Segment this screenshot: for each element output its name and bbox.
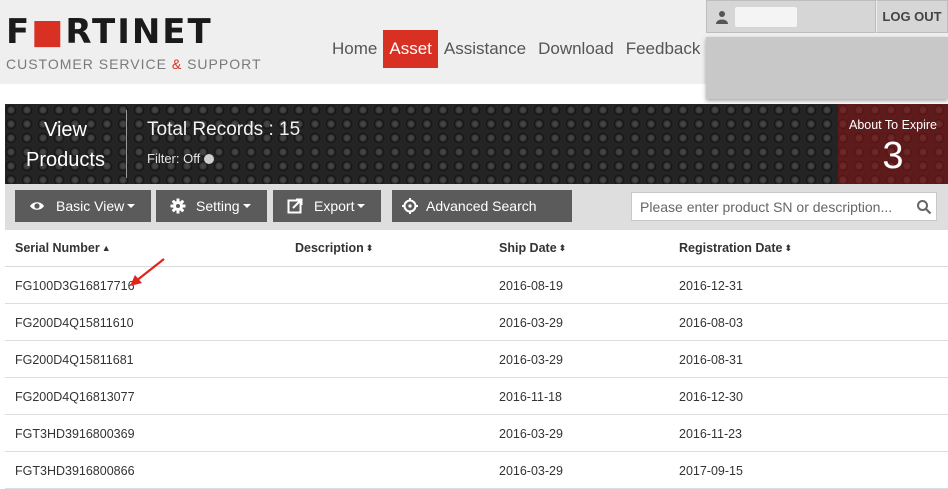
registration-date-cell: 2016-08-03 [679, 316, 743, 330]
setting-button[interactable]: Setting [156, 190, 267, 222]
export-button[interactable]: Export [273, 190, 381, 222]
advanced-search-button[interactable]: Advanced Search [392, 190, 572, 222]
filter-toggle-icon[interactable] [204, 154, 215, 164]
ship-date-cell: 2016-03-29 [499, 427, 563, 441]
sort-icon: ⬍ [784, 243, 793, 253]
logo-subtitle: CUSTOMER SERVICE & SUPPORT [6, 56, 262, 72]
annotation-arrow-icon [130, 258, 165, 286]
toolbar: Basic View Setting Export Advanced Searc… [5, 184, 948, 230]
table-row[interactable]: FG200D4Q16813077 2016-11-18 2016-12-30 [5, 378, 948, 415]
filter-status[interactable]: Filter: Off [147, 151, 215, 166]
logout-button[interactable]: LOG OUT [876, 0, 948, 33]
serial-number-cell[interactable]: FG100D3G16817716 [15, 279, 135, 293]
chevron-down-icon [357, 204, 366, 208]
table-row[interactable]: FG200D4Q15811681 2016-03-29 2016-08-31 [5, 341, 948, 378]
product-search-box[interactable] [631, 192, 937, 221]
banner-divider [126, 110, 127, 178]
sort-icon: ⬍ [365, 243, 374, 253]
logo-wordmark: F■RTINET [6, 12, 213, 52]
serial-number-cell[interactable]: FG200D4Q15811610 [15, 316, 134, 330]
total-records: Total Records : 15 [147, 119, 301, 140]
serial-number-cell[interactable]: FGT3HD3916800369 [15, 427, 135, 441]
serial-number-cell[interactable]: FG200D4Q15811681 [15, 353, 134, 367]
user-icon [716, 11, 728, 24]
table-row[interactable]: FGT3HD3916800866 2016-03-29 2017-09-15 [5, 452, 948, 489]
ship-date-cell: 2016-03-29 [499, 353, 563, 367]
search-input[interactable] [640, 197, 910, 217]
table-row[interactable]: FGT3HD3916800369 2016-03-29 2016-11-23 [5, 415, 948, 452]
view-products-title: View Products [26, 119, 105, 171]
products-banner: View Products Total Records : 15 Filter:… [5, 104, 948, 184]
registration-date-cell: 2016-12-31 [679, 279, 743, 293]
gear-icon [170, 198, 186, 214]
sort-icon: ⬍ [558, 243, 567, 253]
ship-date-cell: 2016-11-18 [499, 390, 563, 404]
registration-date-cell: 2017-09-15 [679, 464, 743, 478]
ship-date-cell: 2016-03-29 [499, 316, 563, 330]
user-menu[interactable] [706, 0, 876, 33]
nav-download[interactable]: Download [532, 30, 620, 68]
expire-label: About To Expire [848, 118, 938, 132]
ship-date-cell: 2016-08-19 [499, 279, 563, 293]
sort-asc-icon: ▲ [101, 243, 111, 253]
about-to-expire-panel[interactable]: About To Expire 3 [838, 104, 948, 184]
nav-asset[interactable]: Asset [383, 30, 438, 68]
eye-icon [30, 202, 44, 210]
nav-assistance[interactable]: Assistance [438, 30, 532, 68]
registration-date-cell: 2016-12-30 [679, 390, 743, 404]
user-name-field [735, 7, 797, 27]
column-registration-date[interactable]: Registration Date ⬍ [679, 241, 792, 255]
ship-date-cell: 2016-03-29 [499, 464, 563, 478]
nav-home[interactable]: Home [326, 30, 383, 68]
main-nav: Home Asset Assistance Download Feedback [326, 30, 706, 68]
column-serial-number[interactable]: Serial Number ▲ [15, 241, 111, 255]
crosshair-icon [402, 198, 418, 214]
expire-count: 3 [882, 135, 904, 177]
user-dropdown-panel [706, 37, 948, 99]
chevron-down-icon [127, 204, 136, 208]
registration-date-cell: 2016-08-31 [679, 353, 743, 367]
search-icon[interactable] [916, 199, 932, 215]
basic-view-button[interactable]: Basic View [15, 190, 151, 222]
column-description[interactable]: Description ⬍ [295, 241, 373, 255]
serial-number-cell[interactable]: FG200D4Q16813077 [15, 390, 135, 404]
fortinet-logo[interactable]: F■RTINET CUSTOMER SERVICE & SUPPORT [6, 12, 261, 74]
serial-number-cell[interactable]: FGT3HD3916800866 [15, 464, 135, 478]
column-ship-date[interactable]: Ship Date ⬍ [499, 241, 566, 255]
registration-date-cell: 2016-11-23 [679, 427, 743, 441]
table-row[interactable]: FG200D4Q15811610 2016-03-29 2016-08-03 [5, 304, 948, 341]
export-icon [287, 198, 303, 214]
chevron-down-icon [242, 204, 251, 208]
nav-feedback[interactable]: Feedback [620, 30, 707, 68]
